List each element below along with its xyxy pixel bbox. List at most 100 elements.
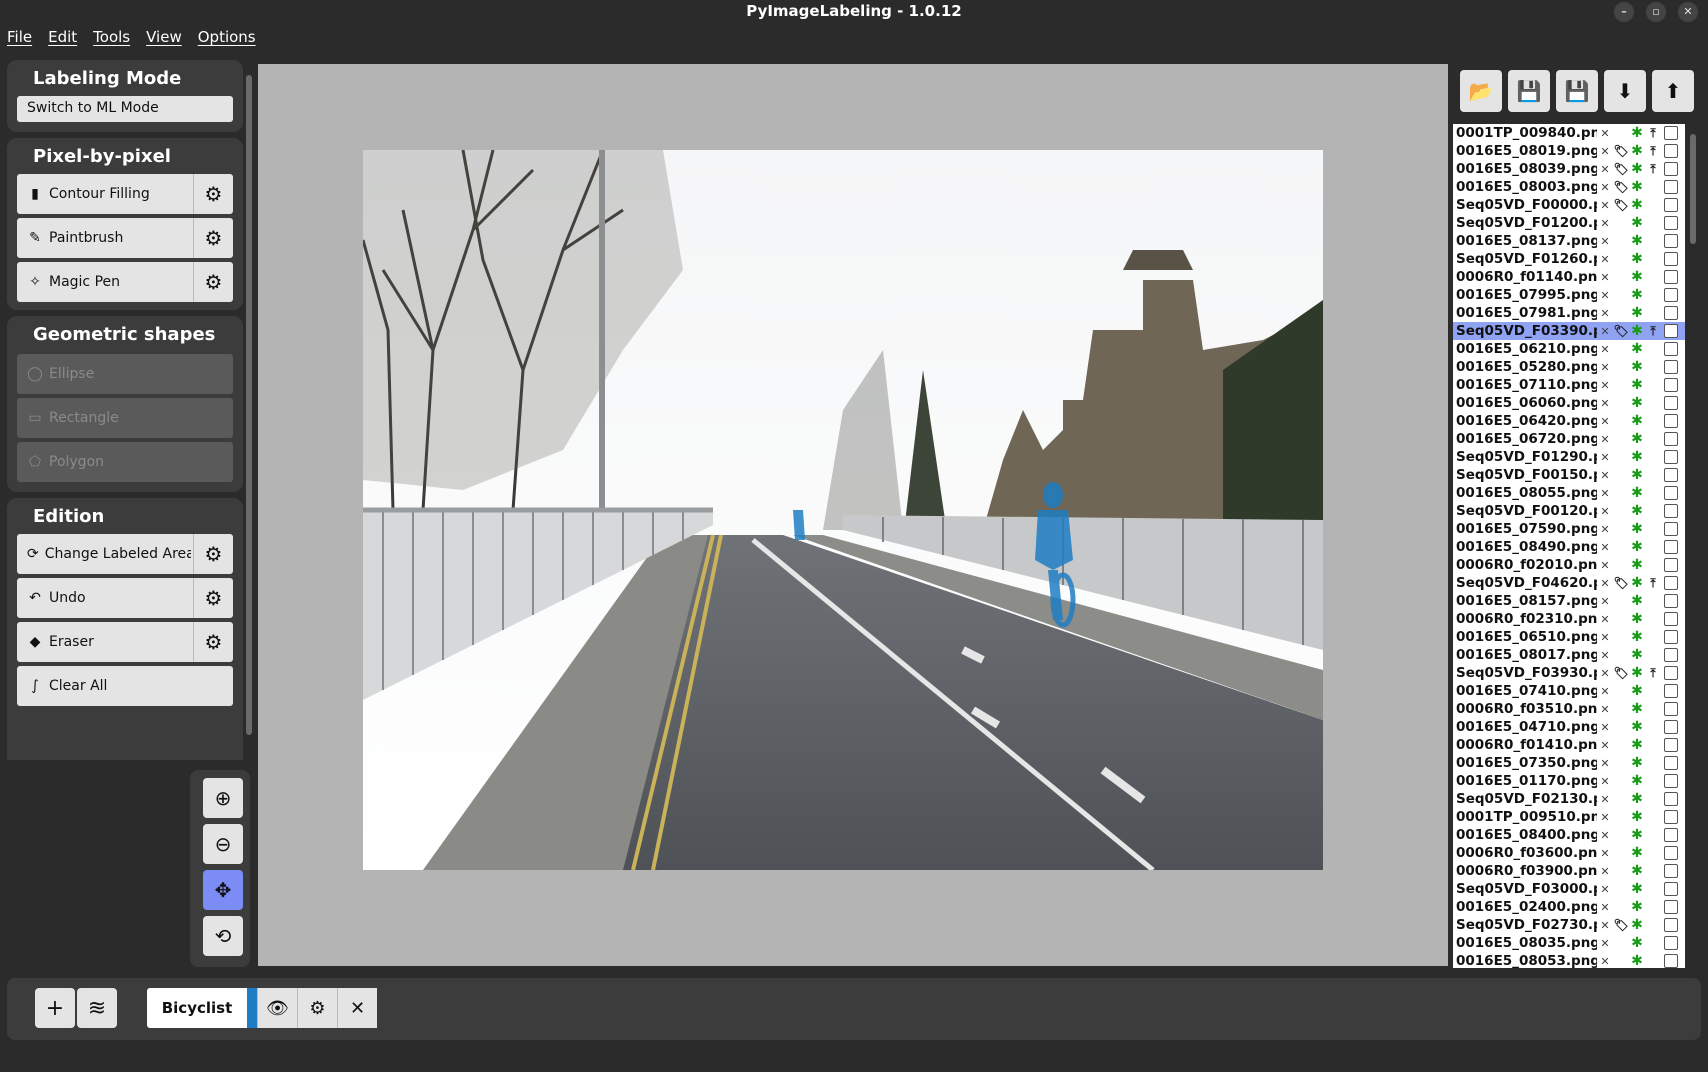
eraser-tool[interactable]: ◆ Eraser ⚙ xyxy=(17,622,233,662)
file-checkbox[interactable] xyxy=(1664,828,1678,842)
layer-color-swatch[interactable] xyxy=(247,988,257,1028)
remove-file-icon[interactable]: ✕ xyxy=(1597,145,1613,158)
file-checkbox[interactable] xyxy=(1664,576,1678,590)
file-checkbox[interactable] xyxy=(1664,414,1678,428)
remove-layer-icon[interactable]: ✕ xyxy=(337,988,377,1028)
ellipse-tool[interactable]: ◯ Ellipse xyxy=(17,354,233,394)
file-row[interactable]: 0016E5_08055.png ✕ ✱ xyxy=(1453,484,1685,502)
change-labeled-area-tool[interactable]: ⟳ Change Labeled Area ⚙ xyxy=(17,534,233,574)
clear-all-tool[interactable]: ∫ Clear All xyxy=(17,666,233,706)
add-layer-icon[interactable]: + xyxy=(35,988,75,1028)
file-checkbox[interactable] xyxy=(1664,270,1678,284)
file-row[interactable]: 0016E5_08003.png ✕ 🏷 ✱ xyxy=(1453,178,1685,196)
file-row[interactable]: 0016E5_07981.png ✕ ✱ xyxy=(1453,304,1685,322)
file-checkbox[interactable] xyxy=(1664,396,1678,410)
remove-file-icon[interactable]: ✕ xyxy=(1597,523,1613,536)
file-checkbox[interactable] xyxy=(1664,306,1678,320)
menu-view[interactable]: View xyxy=(146,28,182,54)
remove-file-icon[interactable]: ✕ xyxy=(1597,289,1613,302)
paintbrush-settings-icon[interactable]: ⚙ xyxy=(193,218,233,258)
remove-file-icon[interactable]: ✕ xyxy=(1597,433,1613,446)
file-row[interactable]: 0016E5_06510.png ✕ ✱ xyxy=(1453,628,1685,646)
horizontal-scrollbar[interactable] xyxy=(4,1040,1704,1052)
file-row[interactable]: 0006R0_f03900.png ✕ ✱ xyxy=(1453,862,1685,880)
remove-file-icon[interactable]: ✕ xyxy=(1597,667,1613,680)
upload-icon[interactable]: ⬆ xyxy=(1652,70,1694,112)
remove-file-icon[interactable]: ✕ xyxy=(1597,217,1613,230)
file-checkbox[interactable] xyxy=(1664,378,1678,392)
file-checkbox[interactable] xyxy=(1664,810,1678,824)
remove-file-icon[interactable]: ✕ xyxy=(1597,793,1613,806)
remove-file-icon[interactable]: ✕ xyxy=(1597,541,1613,554)
remove-file-icon[interactable]: ✕ xyxy=(1597,235,1613,248)
file-row[interactable]: 0016E5_01170.png ✕ ✱ xyxy=(1453,772,1685,790)
file-row[interactable]: 0016E5_07350.png ✕ ✱ xyxy=(1453,754,1685,772)
remove-file-icon[interactable]: ✕ xyxy=(1597,721,1613,734)
file-checkbox[interactable] xyxy=(1664,936,1678,950)
file-row[interactable]: 0016E5_02400.png ✕ ✱ xyxy=(1453,898,1685,916)
remove-file-icon[interactable]: ✕ xyxy=(1597,685,1613,698)
file-row[interactable]: 0016E5_08039.png ✕ 🏷 ✱ ⤒ xyxy=(1453,160,1685,178)
remove-file-icon[interactable]: ✕ xyxy=(1597,379,1613,392)
remove-file-icon[interactable]: ✕ xyxy=(1597,613,1613,626)
file-checkbox[interactable] xyxy=(1664,792,1678,806)
remove-file-icon[interactable]: ✕ xyxy=(1597,811,1613,824)
remove-file-icon[interactable]: ✕ xyxy=(1597,451,1613,464)
save-as-icon[interactable]: 💾 xyxy=(1556,70,1598,112)
open-folder-icon[interactable]: 📂 xyxy=(1460,70,1502,112)
remove-file-icon[interactable]: ✕ xyxy=(1597,703,1613,716)
tool-panel-scrollbar[interactable] xyxy=(243,63,255,759)
file-row[interactable]: Seq05VD_F01260.png✕ ✱ xyxy=(1453,250,1685,268)
remove-file-icon[interactable]: ✕ xyxy=(1597,739,1613,752)
file-checkbox[interactable] xyxy=(1664,342,1678,356)
file-checkbox[interactable] xyxy=(1664,666,1678,680)
move-icon[interactable]: ✥ xyxy=(203,870,243,910)
file-row[interactable]: 0016E5_04710.png ✕ ✱ xyxy=(1453,718,1685,736)
file-row[interactable]: Seq05VD_F03930.png✕🏷✱ ⤒ xyxy=(1453,664,1685,682)
remove-file-icon[interactable]: ✕ xyxy=(1597,163,1613,176)
remove-file-icon[interactable]: ✕ xyxy=(1597,343,1613,356)
file-row[interactable]: 0016E5_06060.png ✕ ✱ xyxy=(1453,394,1685,412)
file-checkbox[interactable] xyxy=(1664,288,1678,302)
file-checkbox[interactable] xyxy=(1664,594,1678,608)
remove-file-icon[interactable]: ✕ xyxy=(1597,307,1613,320)
remove-file-icon[interactable]: ✕ xyxy=(1597,325,1613,338)
file-row[interactable]: Seq05VD_F00150.png✕ ✱ xyxy=(1453,466,1685,484)
file-row[interactable]: 0006R0_f01140.png ✕ ✱ xyxy=(1453,268,1685,286)
eraser-settings-icon[interactable]: ⚙ xyxy=(193,622,233,662)
file-checkbox[interactable] xyxy=(1664,738,1678,752)
file-checkbox[interactable] xyxy=(1664,486,1678,500)
file-checkbox[interactable] xyxy=(1664,432,1678,446)
file-checkbox[interactable] xyxy=(1664,360,1678,374)
remove-file-icon[interactable]: ✕ xyxy=(1597,901,1613,914)
menu-options[interactable]: Options xyxy=(198,28,256,54)
file-row[interactable]: Seq05VD_F00120.png✕ ✱ xyxy=(1453,502,1685,520)
file-row[interactable]: 0001TP_009510.png ✕ ✱ xyxy=(1453,808,1685,826)
file-row[interactable]: 0016E5_07590.png ✕ ✱ xyxy=(1453,520,1685,538)
download-icon[interactable]: ⬇ xyxy=(1604,70,1646,112)
file-checkbox[interactable] xyxy=(1664,648,1678,662)
file-checkbox[interactable] xyxy=(1664,864,1678,878)
change-labeled-area-settings-icon[interactable]: ⚙ xyxy=(193,534,233,574)
scrollbar-thumb[interactable] xyxy=(246,75,252,735)
file-checkbox[interactable] xyxy=(1664,252,1678,266)
minimize-icon[interactable]: – xyxy=(1614,2,1634,22)
file-row[interactable]: 0016E5_08017.png ✕ ✱ xyxy=(1453,646,1685,664)
remove-file-icon[interactable]: ✕ xyxy=(1597,937,1613,950)
remove-file-icon[interactable]: ✕ xyxy=(1597,955,1613,968)
file-checkbox[interactable] xyxy=(1664,756,1678,770)
file-row[interactable]: 0006R0_f02010.png ✕ ✱ xyxy=(1453,556,1685,574)
scrollbar-thumb[interactable] xyxy=(1690,134,1696,244)
file-row[interactable]: Seq05VD_F04620.png✕🏷✱ ⤒ xyxy=(1453,574,1685,592)
close-icon[interactable]: ✕ xyxy=(1678,2,1698,22)
file-list-scrollbar[interactable] xyxy=(1686,124,1700,968)
file-checkbox[interactable] xyxy=(1664,198,1678,212)
file-checkbox[interactable] xyxy=(1664,954,1678,968)
rectangle-tool[interactable]: ▭ Rectangle xyxy=(17,398,233,438)
file-checkbox[interactable] xyxy=(1664,504,1678,518)
undo-tool[interactable]: ↶ Undo ⚙ xyxy=(17,578,233,618)
file-row[interactable]: Seq05VD_F01200.png✕ ✱ xyxy=(1453,214,1685,232)
file-row[interactable]: 0016E5_06720.png ✕ ✱ xyxy=(1453,430,1685,448)
file-row[interactable]: 0016E5_07995.png ✕ ✱ xyxy=(1453,286,1685,304)
file-checkbox[interactable] xyxy=(1664,324,1678,338)
